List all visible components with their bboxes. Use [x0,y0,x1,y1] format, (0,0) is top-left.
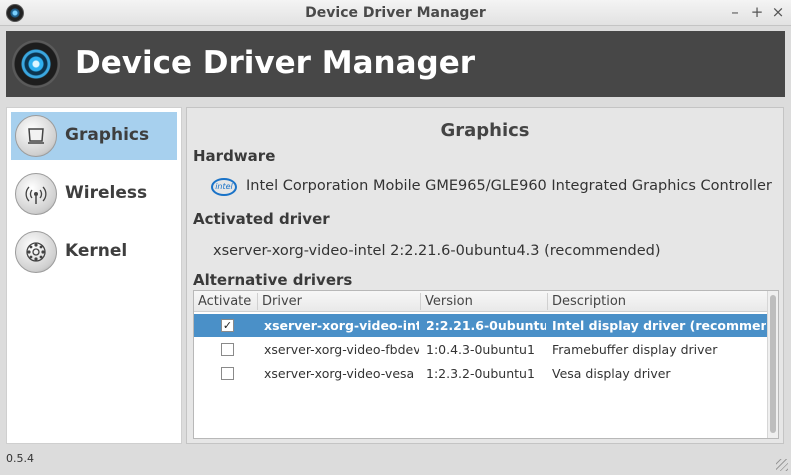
sidebar-item-label: Wireless [65,183,148,203]
app-banner: Device Driver Manager [6,31,785,97]
sidebar-item-label: Graphics [65,125,150,145]
version-cell: 1:2.3.2-0ubuntu1 [426,366,535,381]
wireless-icon [15,173,57,215]
table-header: Activate Driver Version Description [194,291,767,312]
kernel-icon [15,231,57,273]
page-title: Graphics [440,120,530,141]
table-row[interactable]: xserver-xorg-video-vesa 1:2.3.2-0ubuntu1… [194,362,767,385]
table-row[interactable]: xserver-xorg-video-fbdev 1:0.4.3-0ubuntu… [194,338,767,361]
sidebar-item-graphics[interactable]: Graphics [11,112,177,160]
driver-cell: xserver-xorg-video-fbdev [264,342,419,357]
intel-icon: intel [211,178,237,196]
app-logo-icon [12,40,60,88]
table-scrollbar[interactable] [767,291,778,438]
activate-checkbox[interactable] [221,343,234,356]
column-divider [257,293,258,310]
table-row[interactable]: ✓ xserver-xorg-video-intel 2:2.21.6-0ubu… [194,314,767,337]
maximize-button[interactable]: + [748,3,766,21]
minimize-button[interactable]: – [726,3,744,21]
driver-cell: xserver-xorg-video-intel [264,318,419,333]
monitor-icon [15,115,57,157]
alternative-drivers-heading: Alternative drivers [193,271,353,289]
activated-driver: xserver-xorg-video-intel 2:2.21.6-0ubunt… [213,243,661,259]
banner-title: Device Driver Manager [75,45,476,81]
activated-driver-heading: Activated driver [193,210,330,228]
sidebar-item-kernel[interactable]: Kernel [11,228,177,276]
version-label: 0.5.4 [6,452,34,465]
driver-cell: xserver-xorg-video-vesa [264,366,415,381]
column-header-version[interactable]: Version [425,294,473,309]
scrollbar-thumb[interactable] [770,295,776,433]
activate-checkbox[interactable] [221,367,234,380]
activate-checkbox[interactable]: ✓ [221,319,234,332]
window-title: Device Driver Manager [305,5,486,21]
hardware-heading: Hardware [193,147,276,165]
sidebar-item-label: Kernel [65,241,128,261]
version-cell: 1:0.4.3-0ubuntu1 [426,342,535,357]
close-button[interactable]: × [769,3,787,21]
drivers-table: Activate Driver Version Description ✓ xs… [193,290,779,439]
main-panel: Graphics Hardware intel Intel Corporatio… [186,107,784,444]
column-header-description[interactable]: Description [552,294,626,309]
sidebar-item-wireless[interactable]: Wireless [11,170,177,218]
column-header-activate[interactable]: Activate [198,294,251,309]
column-divider [420,293,421,310]
status-bar: 0.5.4 [0,446,791,475]
column-header-driver[interactable]: Driver [262,294,302,309]
description-cell: Vesa display driver [552,366,671,381]
description-cell: Framebuffer display driver [552,342,718,357]
version-cell: 2:2.21.6-0ubuntu4.3 [426,318,546,333]
hardware-name: Intel Corporation Mobile GME965/GLE960 I… [246,178,772,194]
title-bar: Device Driver Manager – + × [0,0,791,26]
description-cell: Intel display driver (recommended) [552,318,766,333]
column-divider [547,293,548,310]
sidebar: Graphics Wireless Kernel [6,107,182,444]
resize-grip-icon[interactable] [776,459,788,471]
